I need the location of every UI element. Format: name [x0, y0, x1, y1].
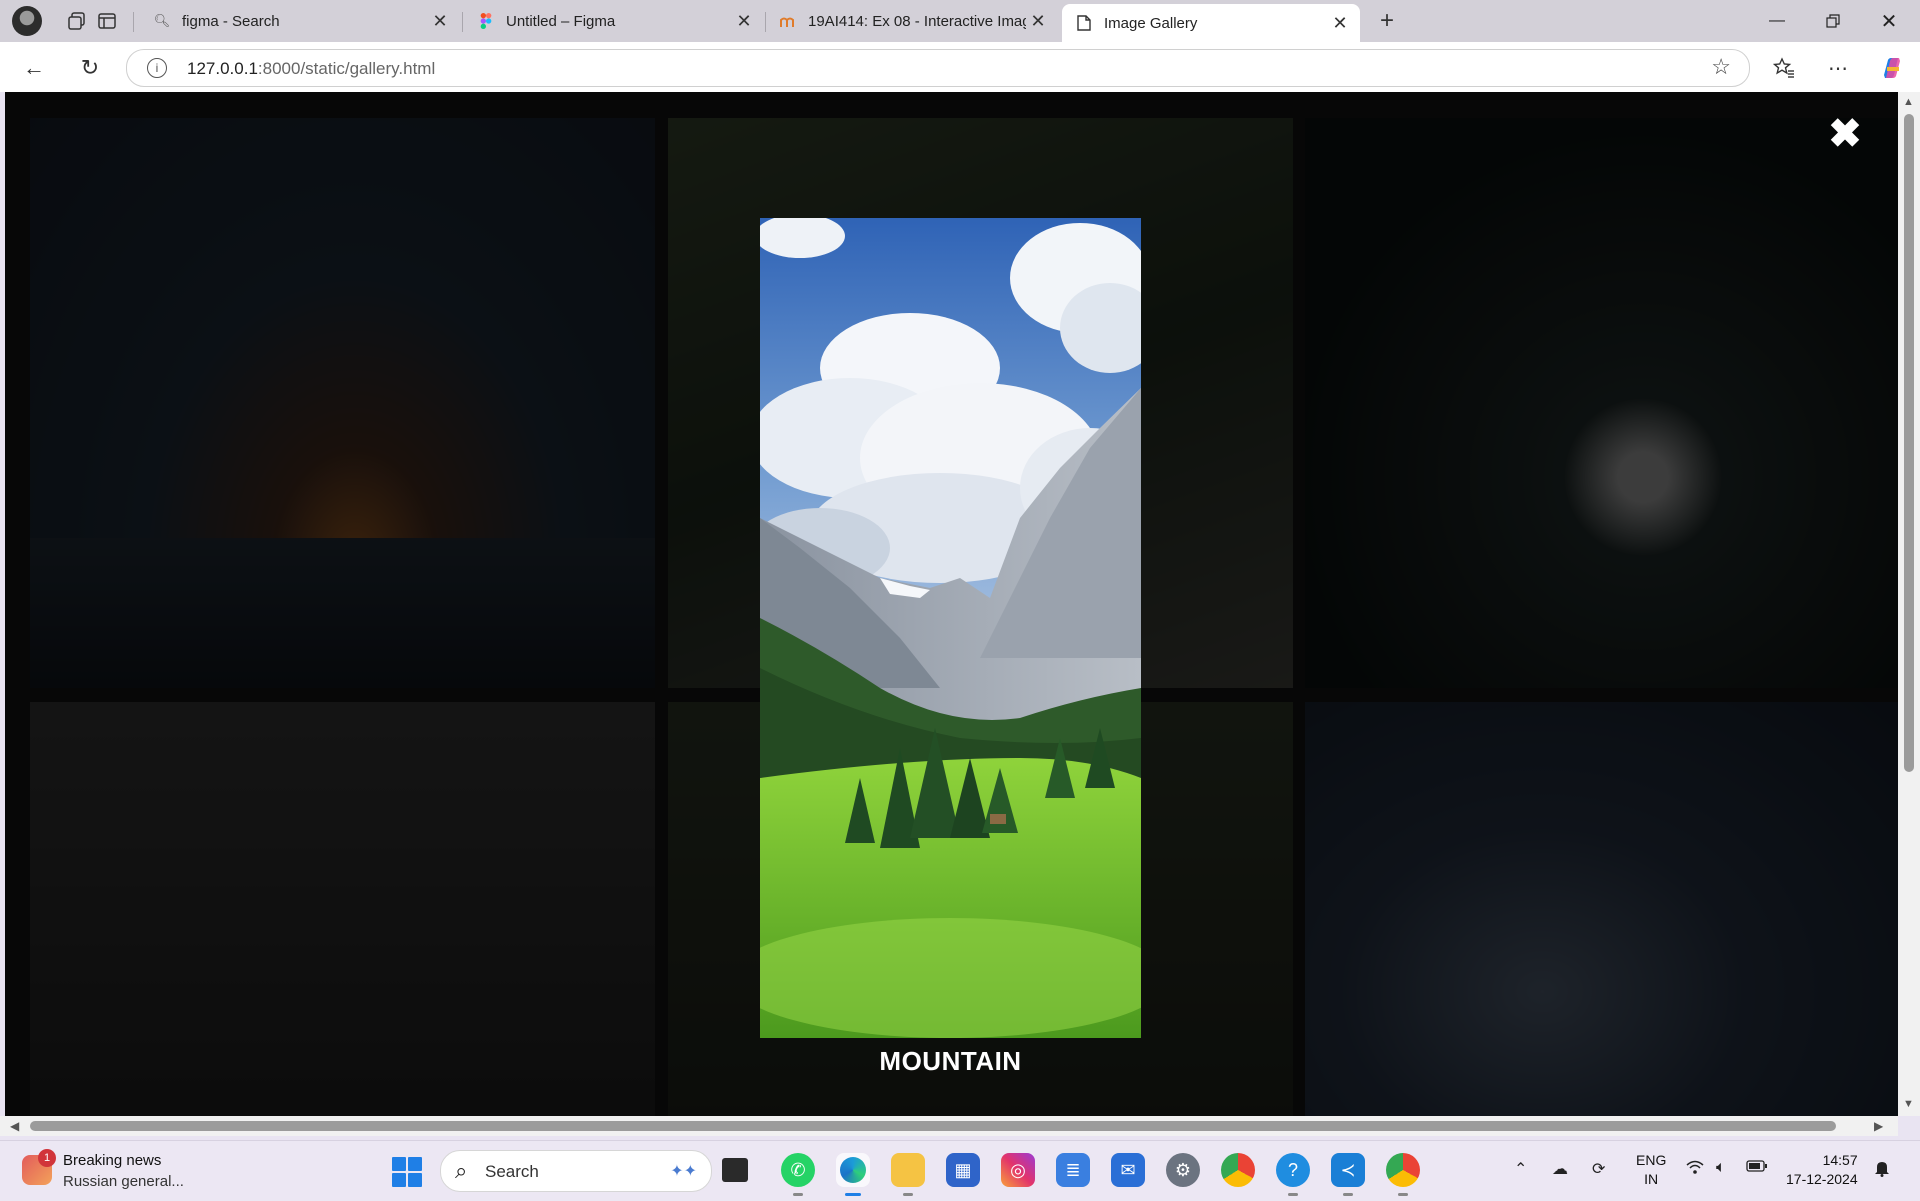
tab-title: figma - Search [182, 12, 280, 30]
clock-date: 17-12-2024 [1786, 1171, 1858, 1187]
lang-line-2: IN [1644, 1171, 1659, 1187]
lang-line-1: ENG [1636, 1152, 1667, 1168]
running-indicator [903, 1193, 913, 1196]
url-path: :8000/static/gallery.html [257, 59, 436, 78]
horizontal-scroll-thumb[interactable] [30, 1121, 1836, 1131]
notepad-icon[interactable]: ≣ [1056, 1153, 1090, 1187]
input-language[interactable]: ENG IN [1636, 1151, 1666, 1189]
onedrive-error-icon[interactable]: ☁ [1552, 1159, 1568, 1179]
lightbox-image [760, 218, 1141, 1038]
vertical-scroll-thumb[interactable] [1904, 114, 1914, 772]
tab-ex08[interactable]: 19AI414: Ex 08 - Interactive Image ✕ [766, 4, 1058, 38]
file-explorer-icon[interactable] [891, 1153, 925, 1187]
refresh-icon[interactable]: ↻ [74, 52, 106, 84]
edge-icon[interactable] [836, 1153, 870, 1187]
tab-title: 19AI414: Ex 08 - Interactive Image [808, 12, 1026, 30]
taskbar-search-box[interactable]: ⌕ Search ✦✦ [440, 1150, 712, 1192]
windows-taskbar: 1 Breaking news Russian general... ⌕ Sea… [0, 1140, 1920, 1201]
help-icon[interactable]: ? [1276, 1153, 1310, 1187]
chrome-icon[interactable] [1221, 1153, 1255, 1187]
news-subtitle[interactable]: Russian general... [63, 1173, 184, 1190]
scroll-left-arrow-icon[interactable]: ◀ [10, 1119, 19, 1133]
news-title[interactable]: Breaking news [63, 1152, 161, 1169]
microsoft-store-icon[interactable]: ▦ [946, 1153, 980, 1187]
chrome-icon[interactable] [1386, 1153, 1420, 1187]
scroll-down-arrow-icon[interactable]: ▼ [1903, 1098, 1914, 1110]
vertical-tabs-icon[interactable] [94, 8, 120, 34]
new-tab-icon[interactable]: + [1374, 7, 1400, 34]
windows-start-icon[interactable] [392, 1157, 422, 1187]
profile-avatar[interactable] [12, 6, 42, 36]
lightbox-caption: MOUNTAIN [879, 1046, 1022, 1076]
page-viewport: MOUNTAIN ✖ [5, 92, 1898, 1116]
url-text[interactable]: 127.0.0.1:8000/static/gallery.html [187, 59, 435, 79]
instagram-icon[interactable]: ◎ [1001, 1153, 1035, 1187]
sync-icon[interactable]: ⟳ [1592, 1159, 1605, 1179]
tab-separator [462, 12, 463, 32]
browser-toolbar: ← ↻ i 127.0.0.1:8000/static/gallery.html… [0, 42, 1920, 92]
favorite-star-icon[interactable]: ☆ [1711, 54, 1731, 80]
system-clock[interactable]: 14:57 17-12-2024 [1786, 1151, 1858, 1189]
close-tab-icon[interactable]: ✕ [1328, 13, 1352, 34]
running-indicator [1343, 1193, 1353, 1196]
close-tab-icon[interactable]: ✕ [732, 11, 756, 32]
volume-icon[interactable]: 🔈︎ [1716, 1159, 1726, 1177]
search-icon: ⌕ [455, 1158, 468, 1183]
tab-title: Image Gallery [1104, 14, 1198, 32]
address-bar[interactable]: i 127.0.0.1:8000/static/gallery.html ☆ [126, 49, 1750, 87]
active-indicator [845, 1193, 861, 1196]
notification-bell-icon[interactable] [1874, 1159, 1890, 1182]
moodle-icon [780, 13, 796, 29]
lightbox-close-button[interactable]: ✖ [1825, 114, 1865, 154]
scroll-up-arrow-icon[interactable]: ▲ [1903, 96, 1914, 108]
tab-separator [133, 12, 134, 32]
url-host: 127.0.0.1 [187, 59, 258, 78]
tab-title: Untitled – Figma [506, 12, 616, 30]
notification-badge: 1 [38, 1149, 56, 1167]
running-indicator [1288, 1193, 1298, 1196]
search-highlight-icon: ✦✦ [670, 1163, 697, 1180]
horizontal-scrollbar[interactable]: ◀ ▶ [0, 1116, 1898, 1136]
close-tab-icon[interactable]: ✕ [428, 11, 452, 32]
figma-icon [478, 13, 494, 29]
close-tab-icon[interactable]: ✕ [1026, 11, 1050, 32]
scroll-right-arrow-icon[interactable]: ▶ [1874, 1119, 1883, 1133]
mail-icon[interactable]: ✉ [1111, 1153, 1145, 1187]
browser-tab-strip: 🔍︎ figma - Search ✕ Untitled – Figma ✕ 1… [0, 0, 1920, 42]
running-indicator [793, 1193, 803, 1196]
show-hidden-icons-chevron-icon[interactable]: ⌃ [1514, 1159, 1527, 1179]
back-arrow-icon[interactable]: ← [18, 52, 50, 84]
site-info-icon[interactable]: i [147, 58, 167, 78]
battery-icon[interactable] [1746, 1159, 1768, 1177]
running-indicator [1398, 1193, 1408, 1196]
page-icon [1076, 15, 1092, 31]
vscode-icon[interactable]: ≺ [1331, 1153, 1365, 1187]
restore-icon[interactable] [1810, 4, 1856, 38]
more-options-icon[interactable]: ⋯ [1822, 52, 1854, 84]
task-view-icon[interactable] [722, 1158, 748, 1182]
vertical-scrollbar[interactable]: ▲ ▼ [1898, 92, 1920, 1116]
settings-gear-icon[interactable]: ⚙ [1166, 1153, 1200, 1187]
workspaces-icon[interactable] [64, 8, 90, 34]
tab-image-gallery[interactable]: Image Gallery ✕ [1062, 4, 1360, 42]
search-label: Search [485, 1162, 539, 1181]
search-icon: 🔍︎ [153, 13, 171, 28]
tab-figma-search[interactable]: 🔍︎ figma - Search ✕ [140, 4, 460, 38]
copilot-icon[interactable] [1876, 52, 1908, 84]
wifi-icon[interactable] [1686, 1159, 1704, 1180]
favorites-icon[interactable] [1768, 52, 1800, 84]
clock-time: 14:57 [1822, 1152, 1858, 1168]
minimize-icon[interactable]: — [1754, 4, 1800, 38]
whatsapp-icon[interactable]: ✆ [781, 1153, 815, 1187]
window-close-icon[interactable]: ✕ [1866, 4, 1912, 38]
tab-figma-untitled[interactable]: Untitled – Figma ✕ [464, 4, 764, 38]
